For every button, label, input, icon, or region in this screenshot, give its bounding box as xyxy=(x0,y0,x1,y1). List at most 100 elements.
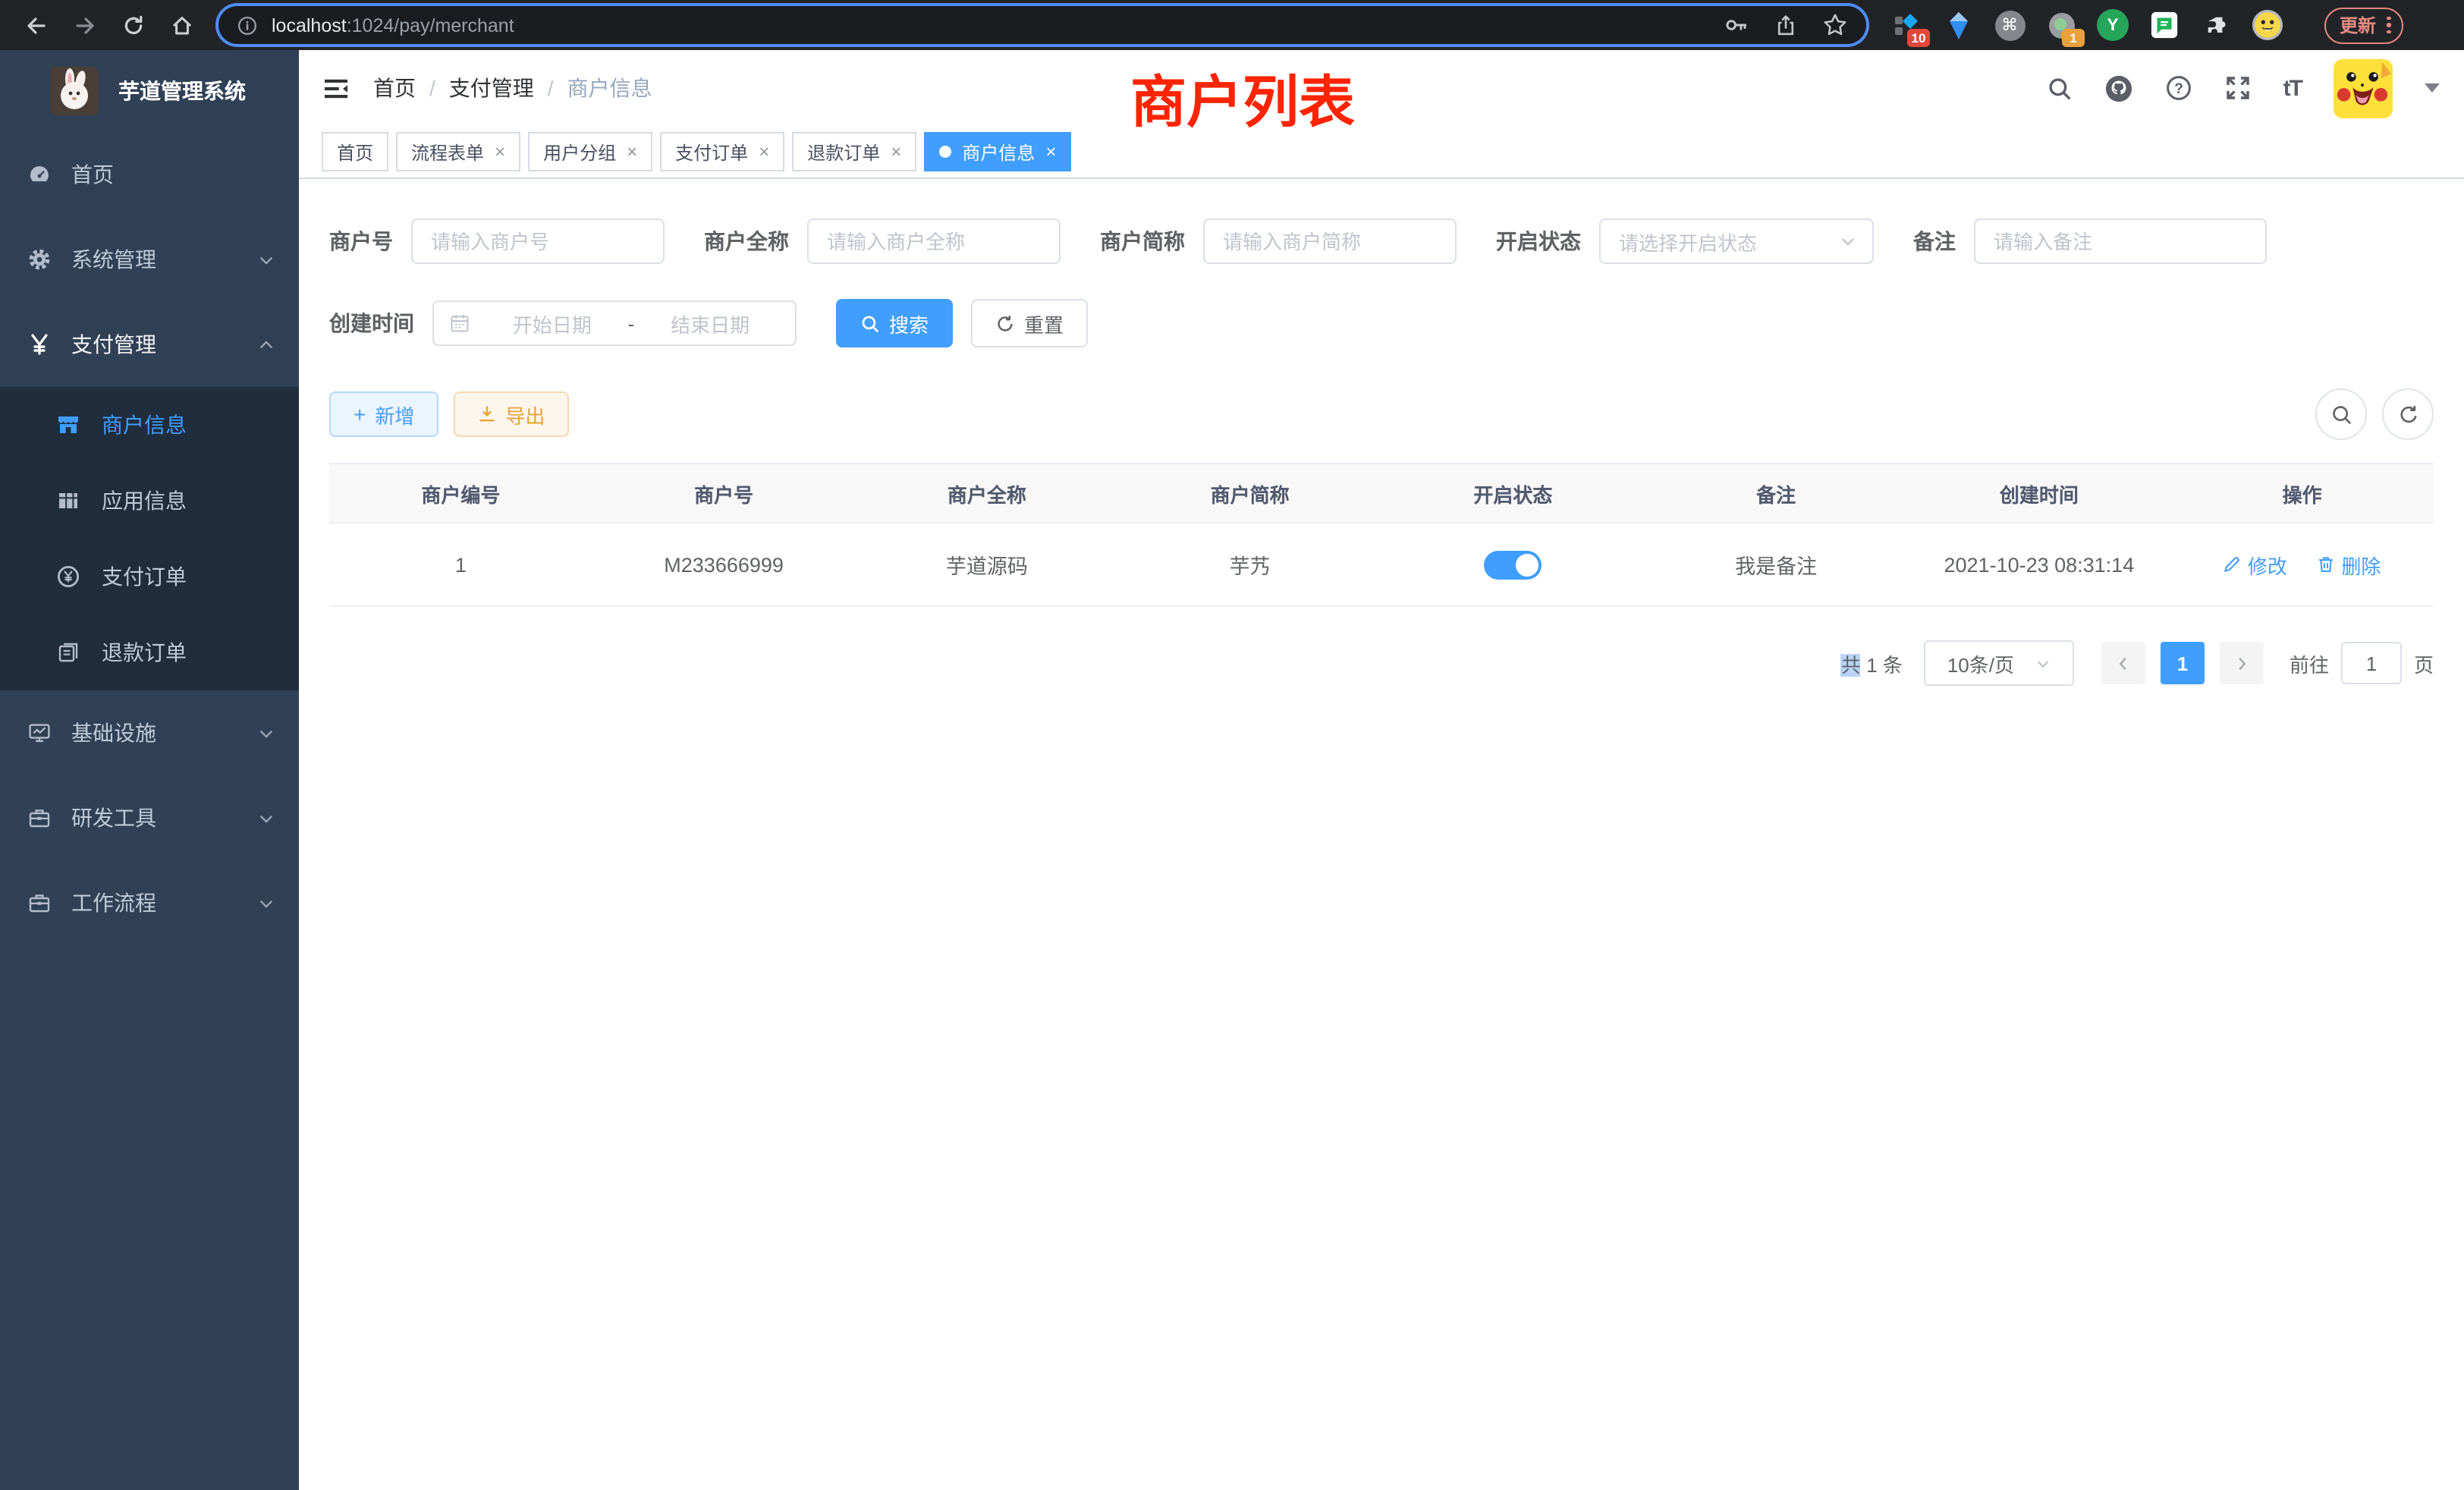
cell-merchant-id: 1 xyxy=(329,523,592,606)
chevron-down-icon xyxy=(258,251,275,268)
sidebar-item-home[interactable]: 首页 xyxy=(0,132,299,217)
url-path: :1024/pay/merchant xyxy=(347,14,514,36)
toggle-search-button[interactable] xyxy=(2315,388,2367,440)
breadcrumb-current: 商户信息 xyxy=(567,73,652,103)
cell-full-name: 芋道源码 xyxy=(856,523,1119,606)
extension-gem-icon[interactable] xyxy=(1942,9,1974,41)
sidebar-collapse-icon[interactable] xyxy=(323,77,349,99)
calendar-icon xyxy=(449,313,470,334)
top-header: 首页 / 支付管理 / 商户信息 ? xyxy=(299,50,2464,126)
remark-input[interactable] xyxy=(1974,218,2267,264)
end-date-placeholder[interactable]: 结束日期 xyxy=(640,309,780,338)
full-name-input[interactable] xyxy=(807,218,1061,264)
extension-y-icon[interactable]: Y xyxy=(2097,9,2129,41)
search-button-label: 搜索 xyxy=(889,309,929,338)
sidebar-item-payment[interactable]: 支付管理 xyxy=(0,302,299,387)
tab-close-icon[interactable]: × xyxy=(891,143,901,161)
reload-icon[interactable] xyxy=(114,5,153,45)
sidebar-item-refund-order[interactable]: 退款订单 xyxy=(0,615,299,690)
home-icon[interactable] xyxy=(162,5,202,45)
status-select[interactable]: 请选择开启状态 xyxy=(1599,218,1874,264)
export-button[interactable]: 导出 xyxy=(454,391,569,437)
page-1-button[interactable]: 1 xyxy=(2161,642,2205,684)
sidebar-item-app-info[interactable]: 应用信息 xyxy=(0,463,299,539)
start-date-placeholder[interactable]: 开始日期 xyxy=(482,309,622,338)
tab-refund-order[interactable]: 退款订单 × xyxy=(792,132,916,171)
extension-blue-diamond-icon[interactable]: 10 xyxy=(1890,9,1922,41)
create-time-range-picker[interactable]: 开始日期 - 结束日期 xyxy=(432,300,797,346)
extension-command-icon[interactable]: ⌘ xyxy=(1994,9,2026,41)
sidebar-item-label: 支付订单 xyxy=(102,561,187,592)
delete-button-label: 删除 xyxy=(2341,550,2381,579)
url-bar[interactable]: localhost:1024/pay/merchant xyxy=(218,6,1866,44)
tag-tabs-bar: 首页 流程表单 × 用户分组 × 支付订单 × 退款订单 × xyxy=(299,126,2464,179)
tab-home[interactable]: 首页 xyxy=(322,132,388,171)
sidebar-item-dev-tools[interactable]: 研发工具 xyxy=(0,775,299,860)
breadcrumb-home[interactable]: 首页 xyxy=(373,73,416,103)
table-row: 1 M233666999 芋道源码 芋艿 我是备注 2021-10-23 08:… xyxy=(329,523,2434,606)
site-info-icon[interactable] xyxy=(237,14,258,36)
back-icon[interactable] xyxy=(17,5,56,45)
breadcrumb-separator: / xyxy=(429,76,435,100)
fullscreen-icon[interactable] xyxy=(2224,74,2252,102)
annotation-title: 商户列表 xyxy=(1130,56,1355,138)
status-toggle[interactable] xyxy=(1484,550,1542,579)
sidebar-item-label: 支付管理 xyxy=(71,329,156,360)
sidebar-item-pay-order[interactable]: 支付订单 xyxy=(0,539,299,615)
extension-chat-icon[interactable] xyxy=(2148,9,2180,41)
font-size-icon[interactable]: tT xyxy=(2283,75,2302,101)
user-avatar[interactable] xyxy=(2334,58,2393,118)
tab-close-icon[interactable]: × xyxy=(759,143,769,161)
sidebar-item-infra[interactable]: 基础设施 xyxy=(0,690,299,775)
add-button[interactable]: + 新增 xyxy=(329,391,438,437)
update-label: 更新 xyxy=(2340,12,2376,38)
breadcrumb-payment[interactable]: 支付管理 xyxy=(449,73,534,103)
toolbox-icon xyxy=(27,891,52,915)
tab-close-icon[interactable]: × xyxy=(1045,143,1056,161)
sidebar-item-merchant-info[interactable]: 商户信息 xyxy=(0,387,299,463)
cell-remark: 我是备注 xyxy=(1645,523,1908,606)
logo-avatar xyxy=(50,67,99,115)
goto-page-input[interactable] xyxy=(2341,642,2402,684)
tab-close-icon[interactable]: × xyxy=(495,143,505,161)
browser-menu-icon[interactable] xyxy=(2387,17,2390,34)
github-icon[interactable] xyxy=(2104,74,2133,102)
share-icon[interactable] xyxy=(1774,13,1798,37)
app-logo[interactable]: 芋道管理系统 xyxy=(0,50,299,132)
tab-user-group[interactable]: 用户分组 × xyxy=(528,132,652,171)
tab-close-icon[interactable]: × xyxy=(627,143,637,161)
profile-avatar-icon[interactable] xyxy=(2252,9,2283,41)
merchant-no-input[interactable] xyxy=(411,218,665,264)
prev-page-button[interactable] xyxy=(2101,642,2145,684)
short-name-input[interactable] xyxy=(1203,218,1457,264)
app-title: 芋道管理系统 xyxy=(118,76,246,106)
tab-merchant-info[interactable]: 商户信息 × xyxy=(924,132,1071,171)
tab-pay-order[interactable]: 支付订单 × xyxy=(660,132,784,171)
delete-button[interactable]: 删除 xyxy=(2317,550,2381,579)
col-full-name: 商户全称 xyxy=(856,464,1119,523)
sidebar-item-workflow[interactable]: 工作流程 xyxy=(0,860,299,945)
dashboard-icon xyxy=(27,162,52,187)
page-size-select[interactable]: 10条/页 xyxy=(1924,640,2074,686)
search-button[interactable]: 搜索 xyxy=(836,299,953,347)
extension-recorder-icon[interactable]: 1 xyxy=(2045,9,2077,41)
forward-icon[interactable] xyxy=(65,5,105,45)
tab-process-form[interactable]: 流程表单 × xyxy=(396,132,520,171)
status-placeholder: 请选择开启状态 xyxy=(1619,227,1757,256)
browser-update-button[interactable]: 更新 xyxy=(2324,7,2403,43)
next-page-button[interactable] xyxy=(2220,642,2264,684)
bookmark-star-icon[interactable] xyxy=(1822,12,1848,38)
col-merchant-no: 商户号 xyxy=(592,464,856,523)
col-short-name: 商户简称 xyxy=(1118,464,1381,523)
export-button-label: 导出 xyxy=(505,400,545,429)
user-menu-caret-icon[interactable] xyxy=(2425,83,2440,93)
reset-button[interactable]: 重置 xyxy=(971,299,1088,347)
edit-button[interactable]: 修改 xyxy=(2224,550,2287,579)
help-icon[interactable]: ? xyxy=(2165,74,2192,102)
header-search-icon[interactable] xyxy=(2047,75,2073,101)
refresh-table-button[interactable] xyxy=(2382,388,2434,440)
col-status: 开启状态 xyxy=(1381,464,1645,523)
password-key-icon[interactable] xyxy=(1724,12,1749,38)
extensions-puzzle-icon[interactable] xyxy=(2200,9,2232,41)
sidebar-item-system[interactable]: 系统管理 xyxy=(0,217,299,302)
